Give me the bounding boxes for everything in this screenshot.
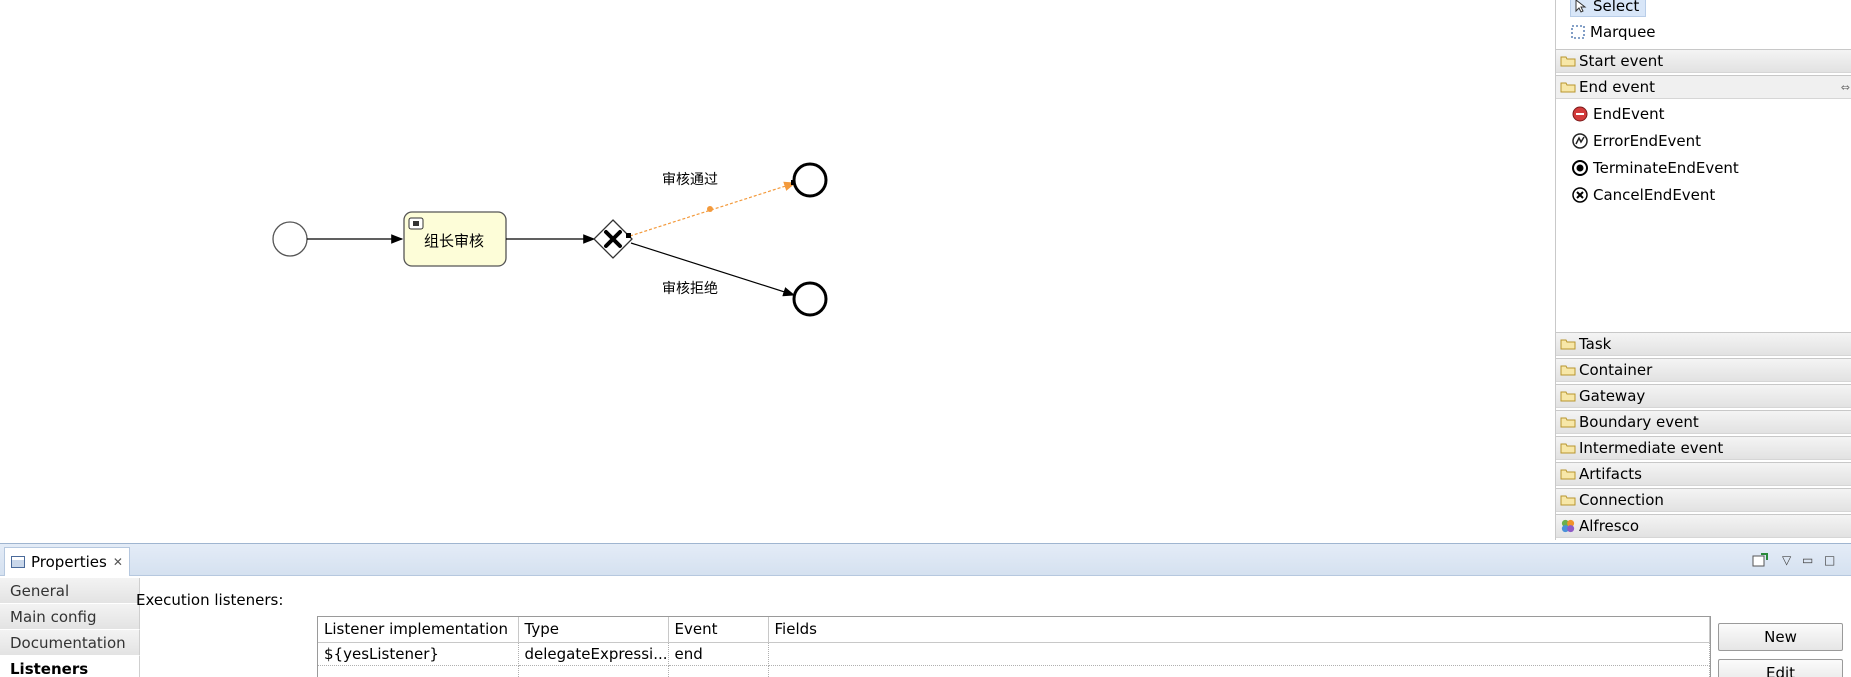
drawer-alfresco[interactable]: Alfresco	[1556, 514, 1851, 538]
folder-icon	[1560, 495, 1576, 506]
arrow-cursor-icon	[1573, 0, 1589, 14]
terminate-end-event-icon	[1572, 160, 1588, 176]
task-label: 组长审核	[423, 232, 484, 250]
bpmn-diagram	[272, 162, 828, 317]
table-cell: ${yesListener}	[318, 642, 519, 666]
close-icon[interactable]: ✕	[113, 555, 123, 569]
properties-view: Properties ✕ ▽ ▭ □ General Main config D…	[0, 543, 1851, 677]
folder-icon	[1560, 365, 1576, 376]
end-event-icon	[1572, 106, 1588, 122]
folder-open-icon	[1560, 82, 1576, 93]
palette-entry-endevent[interactable]: EndEvent	[1572, 103, 1664, 125]
drawer-label: Start event	[1579, 52, 1664, 70]
maximize-icon[interactable]: □	[1824, 553, 1835, 567]
drawer-label: Alfresco	[1579, 517, 1640, 535]
drawer-boundary-event[interactable]: Boundary event	[1556, 410, 1851, 434]
drawer-label: Task	[1579, 335, 1612, 353]
folder-icon	[1560, 417, 1576, 428]
folder-icon	[1560, 469, 1576, 480]
error-end-event-icon	[1572, 133, 1588, 149]
diagram-canvas[interactable]: 组长审核 审核通过 审核拒绝	[0, 0, 1555, 540]
flow-label-reject[interactable]: 审核拒绝	[662, 278, 718, 298]
drawer-label: Connection	[1579, 491, 1664, 509]
properties-side-tabs: General Main config Documentation Listen…	[0, 578, 140, 677]
drawer-label: Gateway	[1579, 387, 1646, 405]
palette: Select Marquee Start event End event ⇔ E…	[1555, 0, 1851, 540]
folder-icon	[1560, 391, 1576, 402]
table-cell: end	[668, 642, 769, 666]
start-event[interactable]	[272, 221, 308, 257]
folder-icon	[1560, 56, 1576, 67]
drawer-task[interactable]: Task	[1556, 332, 1851, 356]
drawer-label: End event	[1579, 78, 1655, 96]
drawer-start-event[interactable]: Start event	[1556, 49, 1851, 73]
drawer-label: Artifacts	[1579, 465, 1642, 483]
tool-label: Select	[1593, 0, 1640, 15]
palette-tool-marquee[interactable]: Marquee	[1570, 21, 1656, 43]
column-header[interactable]: Fields	[768, 617, 1711, 643]
drawer-end-event[interactable]: End event ⇔	[1556, 75, 1851, 99]
table-row[interactable]	[318, 665, 1711, 677]
table-row[interactable]: ${yesListener} delegateExpressi... end	[318, 642, 1711, 666]
palette-entry-errorendevent[interactable]: ErrorEndEvent	[1572, 130, 1701, 152]
palette-tool-select[interactable]: Select	[1570, 0, 1647, 17]
new-listener-button[interactable]: New	[1718, 623, 1843, 651]
column-header[interactable]: Listener implementation	[318, 617, 519, 643]
listeners-table[interactable]: Listener implementation Type Event Field…	[317, 616, 1711, 677]
properties-icon	[11, 556, 25, 568]
drawer-artifacts[interactable]: Artifacts	[1556, 462, 1851, 486]
selection-handle[interactable]	[626, 233, 631, 238]
drawer-intermediate-event[interactable]: Intermediate event	[1556, 436, 1851, 460]
entry-label: ErrorEndEvent	[1593, 132, 1702, 150]
side-tab-listeners[interactable]: Listeners	[0, 656, 140, 677]
task-type-icon	[408, 217, 424, 230]
entry-label: TerminateEndEvent	[1593, 159, 1739, 177]
edit-listener-button[interactable]: Edit	[1718, 659, 1843, 677]
entry-label: CancelEndEvent	[1593, 186, 1716, 204]
cancel-end-event-icon	[1572, 187, 1588, 203]
palette-entry-cancelendevent[interactable]: CancelEndEvent	[1572, 184, 1715, 206]
column-header[interactable]: Event	[668, 617, 769, 643]
exclusive-gateway[interactable]	[593, 219, 633, 259]
drawer-label: Boundary event	[1579, 413, 1699, 431]
drawer-connection[interactable]: Connection	[1556, 488, 1851, 512]
table-cell	[768, 642, 1711, 666]
marquee-icon	[1570, 24, 1586, 40]
entry-label: EndEvent	[1593, 105, 1665, 123]
tool-label: Marquee	[1590, 23, 1656, 41]
drawer-label: Intermediate event	[1579, 439, 1724, 457]
view-menu-icon[interactable]: ▽	[1782, 553, 1791, 567]
alfresco-icon	[1561, 519, 1575, 533]
side-tab-documentation[interactable]: Documentation	[0, 630, 140, 656]
flow-label-approve[interactable]: 审核通过	[662, 169, 718, 189]
flow-midpoint-handle[interactable]	[707, 206, 713, 212]
execution-listeners-label: Execution listeners:	[136, 591, 284, 609]
properties-header: Properties ✕ ▽ ▭ □	[0, 544, 1851, 576]
table-cell	[518, 665, 669, 677]
palette-entry-terminateendevent[interactable]: TerminateEndEvent	[1572, 157, 1739, 179]
drawer-label: Container	[1579, 361, 1653, 379]
tab-properties[interactable]: Properties ✕	[4, 547, 130, 576]
tab-title: Properties	[31, 553, 107, 571]
folder-icon	[1560, 339, 1576, 350]
end-event-approve[interactable]	[792, 162, 828, 198]
drawer-container[interactable]: Container	[1556, 358, 1851, 382]
minimize-icon[interactable]: ▭	[1802, 553, 1813, 567]
pin-drawer-icon[interactable]: ⇔	[1841, 81, 1850, 94]
folder-icon	[1560, 443, 1576, 454]
table-cell	[668, 665, 769, 677]
table-cell: delegateExpressi...	[518, 642, 669, 666]
editor-window: 组长审核 审核通过 审核拒绝 Select Marquee Start even…	[0, 0, 1851, 677]
pin-view-icon[interactable]	[1752, 553, 1768, 570]
column-header[interactable]: Type	[518, 617, 669, 643]
side-tab-main-config[interactable]: Main config	[0, 604, 140, 630]
end-event-reject[interactable]	[792, 281, 828, 317]
side-tab-general[interactable]: General	[0, 578, 140, 604]
table-header-row: Listener implementation Type Event Field…	[318, 617, 1711, 643]
drawer-gateway[interactable]: Gateway	[1556, 384, 1851, 408]
table-cell	[768, 665, 1711, 677]
table-cell	[318, 665, 519, 677]
